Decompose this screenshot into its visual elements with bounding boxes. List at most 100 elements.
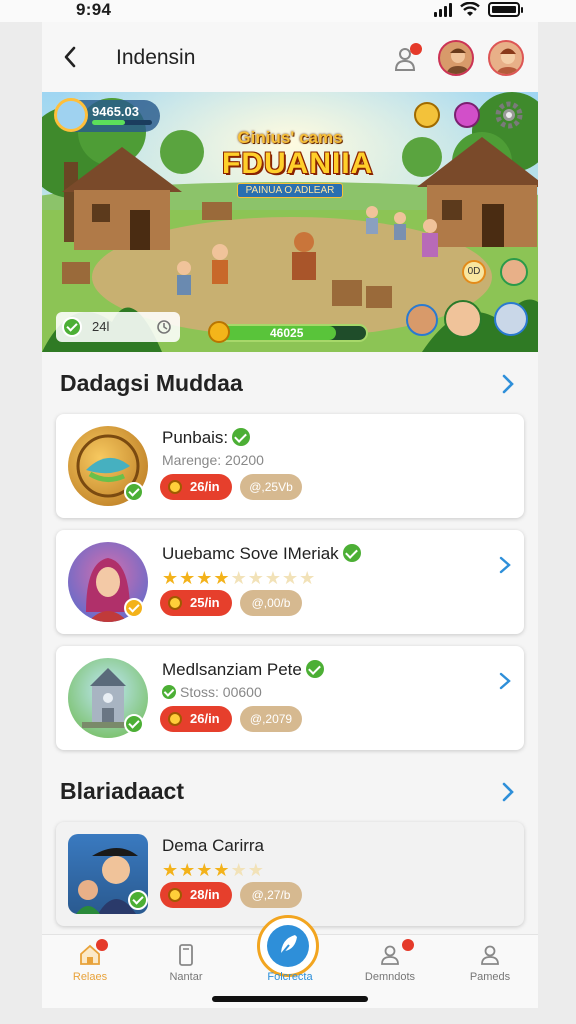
status-icons: [434, 2, 523, 17]
game-banner[interactable]: Ginius' cams FDUANIIA PAINUA O ADLEAR 94…: [42, 92, 538, 352]
nav-item-create[interactable]: Folcrecta: [242, 935, 338, 995]
ally-avatar-3[interactable]: [444, 300, 482, 338]
nav-item-profile[interactable]: Pameds: [442, 935, 538, 995]
avatar-icon: [496, 48, 520, 74]
game-subtitle: Ginius' cams: [237, 128, 343, 147]
coin-icon: [168, 888, 182, 902]
star-empty-icon: ★: [230, 568, 248, 588]
settings-button[interactable]: [494, 100, 524, 130]
star-rating: ★★★★★★★★★: [162, 568, 316, 589]
nav-item-phone[interactable]: Nantar: [138, 935, 234, 995]
ally-avatar-2[interactable]: [406, 304, 438, 336]
card-title: Punbais:: [162, 428, 251, 448]
counter-value: 24l: [92, 319, 110, 334]
game-logo: Ginius' cams FDUANIIA PAINUA O ADLEAR: [222, 128, 374, 198]
coin-icon: [168, 480, 182, 494]
stat-chip: @,25Vb: [240, 474, 302, 500]
profile-avatar[interactable]: [488, 40, 524, 76]
energy-bar: 46025: [208, 321, 368, 343]
game-tagline: PAINUA O ADLEAR: [236, 183, 344, 198]
player-status[interactable]: 9465.03: [54, 98, 160, 132]
page-title: Indensin: [116, 46, 196, 69]
badge-icon: [124, 598, 144, 618]
star-filled-icon: ★: [162, 568, 180, 588]
price-chip[interactable]: 26/in: [160, 474, 232, 500]
game-card[interactable]: Punbais: Marenge: 20200 26/in @,25Vb: [56, 414, 524, 518]
avatar-icon: [446, 48, 470, 74]
cellular-signal-icon: [434, 2, 452, 17]
verified-check-icon: [305, 660, 324, 678]
nav-label: Nantar: [169, 971, 203, 983]
nav-label: Pameds: [469, 971, 511, 983]
player-avatar: [54, 98, 88, 132]
card-title: Uuebamc Sove IMeriak: [162, 544, 361, 564]
nav-item-friends[interactable]: Demndots: [342, 935, 438, 995]
star-filled-icon: ★: [162, 860, 180, 880]
game-card[interactable]: Medlsanziam Pete Stoss: 00600 26/in @,20…: [56, 646, 524, 750]
back-button[interactable]: [56, 42, 84, 72]
friend-avatar[interactable]: [438, 40, 474, 76]
game-card[interactable]: Uuebamc Sove IMeriak ★★★★★★★★★ 25/in @,0…: [56, 530, 524, 634]
app-header: Indensin: [42, 22, 538, 92]
battery-icon: [488, 2, 523, 17]
ally-avatar-1[interactable]: [500, 258, 528, 286]
notification-button[interactable]: [388, 40, 424, 76]
chevron-right-icon: [502, 374, 514, 394]
card-subtitle: Stoss: 00600: [162, 684, 262, 700]
star-filled-icon: ★: [196, 860, 214, 880]
star-filled-icon: ★: [196, 568, 214, 588]
card-open-button[interactable]: [498, 556, 512, 574]
price-chip[interactable]: 28/in: [160, 882, 232, 908]
ally-avatar-4[interactable]: [494, 302, 528, 336]
section-more-button[interactable]: [500, 374, 516, 394]
price-chip[interactable]: 25/in: [160, 590, 232, 616]
star-empty-icon: ★: [247, 568, 265, 588]
gem-button[interactable]: [454, 102, 480, 128]
nav-label: Demndots: [364, 971, 416, 983]
player-progress-bar: [92, 120, 152, 125]
player-score: 9465.03: [92, 104, 139, 119]
price-chip[interactable]: 26/in: [160, 706, 232, 732]
notification-badge: [402, 939, 414, 951]
star-filled-icon: ★: [213, 568, 231, 588]
section-more-button[interactable]: [500, 782, 516, 802]
section-title: Dadagsi Muddaa: [60, 370, 243, 396]
card-subtitle: Marenge: 20200: [162, 452, 264, 468]
verified-check-icon: [342, 544, 361, 562]
coin-icon: [168, 712, 182, 726]
home-indicator: [212, 996, 368, 1002]
star-empty-icon: ★: [299, 568, 317, 588]
game-title: FDUANIIA: [222, 147, 374, 180]
profile-icon: [481, 945, 499, 965]
star-empty-icon: ★: [247, 860, 265, 880]
check-icon: [162, 685, 176, 699]
chevron-left-icon: [64, 46, 76, 68]
app-screen: Indensin Ginius' cams FDUANIIA PAINUA O …: [42, 22, 538, 1008]
star-empty-icon: ★: [264, 568, 282, 588]
star-filled-icon: ★: [213, 860, 231, 880]
stat-chip: @,00/b: [240, 590, 302, 616]
section-title: Blariadaact: [60, 778, 185, 804]
status-time: 9:94: [76, 0, 112, 19]
score-bubble[interactable]: 0D: [462, 260, 486, 284]
star-rating: ★★★★★★: [162, 860, 265, 881]
star-filled-icon: ★: [179, 860, 197, 880]
notification-badge: [96, 939, 108, 951]
check-icon: [62, 317, 82, 337]
bottom-navigation: Relaes Nantar Folcrecta Demndots Pameds: [42, 915, 538, 1008]
reward-button[interactable]: [414, 102, 440, 128]
stat-chip: @,2079: [240, 706, 302, 732]
card-title: Medlsanziam Pete: [162, 660, 324, 680]
card-open-button[interactable]: [498, 672, 512, 690]
chevron-right-icon: [502, 782, 514, 802]
counter-pill[interactable]: 24l: [56, 312, 180, 342]
star-empty-icon: ★: [230, 860, 248, 880]
nav-item-home[interactable]: Relaes: [42, 935, 138, 995]
game-card[interactable]: Dema Carirra ★★★★★★ 28/in @,27/b: [56, 822, 524, 926]
chevron-right-icon: [499, 556, 511, 574]
energy-value: 46025: [270, 326, 304, 340]
wifi-icon: [460, 2, 480, 16]
coin-icon: [168, 596, 182, 610]
stat-chip: @,27/b: [240, 882, 302, 908]
user-icon: [381, 945, 399, 965]
